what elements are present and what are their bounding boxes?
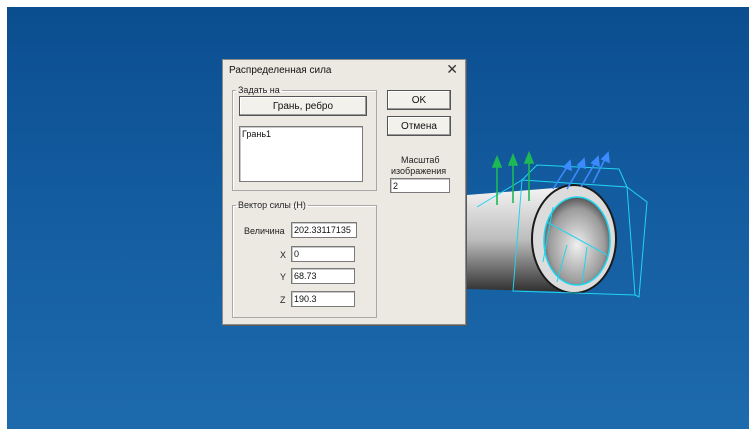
force-vector-legend: Вектор силы (Н) — [238, 200, 306, 210]
z-label: Z — [280, 295, 286, 305]
y-input[interactable]: 68.73 — [291, 268, 355, 284]
close-icon[interactable]: ✕ — [446, 62, 458, 76]
cancel-button[interactable]: Отмена — [387, 116, 451, 136]
y-label: Y — [280, 272, 287, 282]
scale-label-line2: изображения — [391, 166, 447, 176]
scale-label-line1: Масштаб — [401, 155, 440, 165]
pipe-end-inner — [543, 196, 611, 286]
list-item[interactable]: Грань1 — [242, 128, 360, 141]
magnitude-field: 202.33117135 — [291, 222, 357, 238]
graphics-viewport[interactable]: Распределенная сила ✕ Задать на Грань, р… — [7, 7, 749, 429]
z-input[interactable]: 190.3 — [291, 291, 355, 307]
x-label: X — [280, 250, 287, 260]
selected-entities-list[interactable]: Грань1 — [239, 126, 363, 182]
dialog-title: Распределенная сила — [229, 65, 332, 76]
magnitude-label: Величина — [244, 226, 285, 236]
ok-button[interactable]: OK — [387, 90, 451, 110]
x-input[interactable]: 0 — [291, 246, 355, 262]
face-edge-mode-button[interactable]: Грань, ребро — [239, 96, 367, 116]
scale-input[interactable]: 2 — [390, 178, 450, 193]
distributed-force-dialog: Распределенная сила ✕ Задать на Грань, р… — [222, 59, 466, 325]
apply-to-legend: Задать на — [238, 85, 280, 95]
